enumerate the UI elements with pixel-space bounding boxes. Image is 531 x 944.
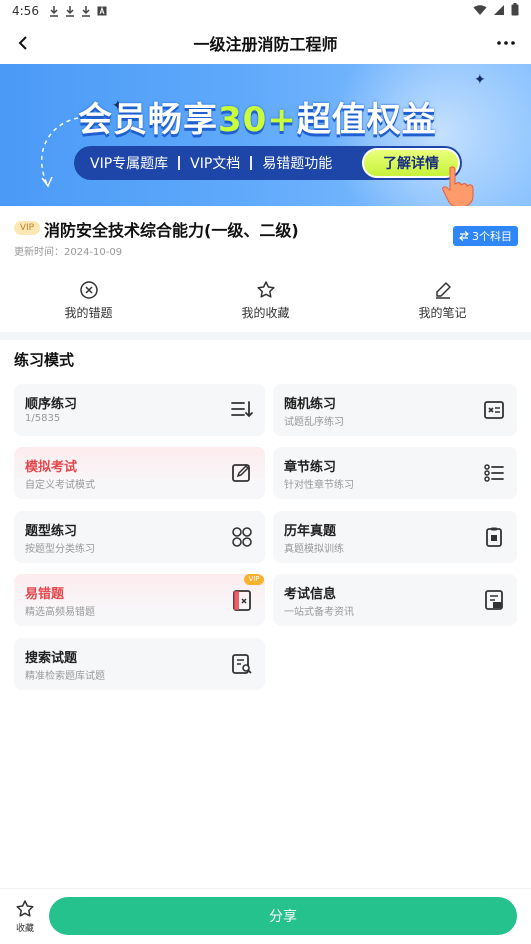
card-subtitle: 按题型分类练习 [25, 544, 95, 555]
my-notes-button[interactable]: 我的笔记 [354, 270, 531, 330]
signal-icon [493, 4, 505, 19]
banner-title-part2: 超值权益 [296, 100, 437, 140]
nav-bar: 一级注册消防工程师 [0, 22, 531, 64]
search-doc-icon [229, 651, 255, 677]
page: 4:56 一级注册消防工程师 ✦ ✦ 会员畅享30+超值权益 VIP专属题库 V… [0, 0, 531, 944]
card-title: 易错题 [25, 587, 65, 602]
my-wrong-answers-button[interactable]: 我的错题 [0, 270, 177, 330]
chapter-list-icon [481, 460, 507, 486]
card-title: 顺序练习 [25, 397, 78, 412]
pencil-icon [435, 281, 451, 299]
more-button[interactable] [491, 28, 521, 58]
exam-info-icon [481, 587, 507, 613]
banner-feature: VIP文档 [190, 156, 241, 172]
vip-tag: VIP [14, 221, 40, 235]
sparkle-icon: ✦ [474, 72, 486, 88]
card-subtitle: 试题乱序练习 [284, 417, 344, 428]
pointing-hand-icon [442, 166, 474, 206]
star-icon [16, 900, 34, 917]
card-subtitle: 1/5835 [25, 413, 61, 424]
switch-subject-button[interactable]: 3个科目 [453, 226, 518, 246]
my-favorites-button[interactable]: 我的收藏 [177, 270, 354, 330]
star-icon [256, 280, 275, 298]
download-icon [65, 5, 75, 17]
error-book-icon [229, 587, 255, 613]
download-icon [81, 5, 91, 17]
chapter-practice-card[interactable]: 章节练习 针对性章节练习 [273, 447, 517, 499]
course-title: 消防安全技术综合能力(一级、二级) [44, 221, 299, 240]
error-prone-card[interactable]: 易错题 精选高频易错题 VIP [14, 574, 265, 626]
section-title: 练习模式 [14, 351, 75, 369]
quick-label: 我的错题 [64, 305, 113, 320]
banner-title-part1: 会员畅享 [78, 100, 218, 140]
wrong-answers-icon [79, 280, 98, 299]
question-type-practice-card[interactable]: 题型练习 按题型分类练习 [14, 511, 265, 563]
card-subtitle: 真题模拟训练 [284, 544, 344, 555]
status-bar: 4:56 [0, 0, 531, 22]
sequence-list-icon [229, 397, 255, 423]
search-questions-card[interactable]: 搜索试题 精准检索题库试题 [14, 638, 265, 690]
download-icon [49, 5, 59, 17]
quick-label: 我的收藏 [241, 305, 290, 320]
exam-edit-icon [229, 460, 255, 486]
card-title: 搜索试题 [25, 651, 78, 666]
card-subtitle: 针对性章节练习 [284, 480, 354, 491]
favorite-button[interactable]: 收藏 [10, 899, 40, 934]
card-title: 题型练习 [25, 524, 78, 539]
grid-icon [229, 524, 255, 550]
card-subtitle: 一站式备考资讯 [284, 607, 354, 618]
course-updated-date: 更新时间：2024-10-09 [14, 247, 123, 258]
banner-title: 会员畅享30+超值权益 [78, 92, 437, 141]
clipboard-icon [481, 524, 507, 550]
quick-actions: 我的错题 我的收藏 我的笔记 [0, 270, 531, 330]
card-title: 考试信息 [284, 587, 337, 602]
bottom-bar: 收藏 分享 [0, 888, 531, 944]
battery-icon [511, 3, 519, 19]
separator [250, 156, 253, 170]
status-time: 4:56 [12, 4, 39, 18]
wifi-icon [473, 4, 487, 19]
section-divider [0, 332, 531, 340]
mock-exam-card[interactable]: 模拟考试 自定义考试模式 [14, 447, 265, 499]
banner-feature: 易错题功能 [262, 156, 333, 172]
banner-title-accent: 30+ [218, 100, 297, 140]
exam-info-card[interactable]: 考试信息 一站式备考资讯 [273, 574, 517, 626]
swap-icon [459, 231, 469, 241]
vip-badge: VIP [244, 574, 264, 585]
quick-label: 我的笔记 [418, 305, 467, 320]
back-button[interactable] [8, 28, 38, 58]
favorite-label: 收藏 [15, 924, 34, 934]
more-dots-icon [497, 41, 515, 45]
vip-banner[interactable]: ✦ ✦ 会员畅享30+超值权益 VIP专属题库 VIP文档 易错题功能 了解详情 [0, 64, 531, 206]
sequence-practice-card[interactable]: 顺序练习 1/5835 [14, 384, 265, 436]
separator [178, 156, 181, 170]
card-subtitle: 精准检索题库试题 [25, 671, 105, 682]
course-info: VIP 消防安全技术综合能力(一级、二级) 更新时间：2024-10-09 3个… [0, 206, 531, 264]
random-practice-card[interactable]: 随机练习 试题乱序练习 [273, 384, 517, 436]
shuffle-icon [481, 397, 507, 423]
card-title: 历年真题 [284, 524, 337, 539]
card-subtitle: 精选高频易错题 [25, 607, 95, 618]
subject-badge-label: 3个科目 [472, 230, 512, 243]
app-notification-icon [97, 5, 107, 17]
card-subtitle: 自定义考试模式 [25, 480, 95, 491]
chevron-left-icon [18, 36, 27, 50]
card-title: 随机练习 [284, 397, 337, 412]
page-title: 一级注册消防工程师 [193, 35, 338, 54]
past-exams-card[interactable]: 历年真题 真题模拟训练 [273, 511, 517, 563]
share-button[interactable]: 分享 [49, 897, 517, 935]
card-title: 章节练习 [284, 460, 337, 475]
card-title: 模拟考试 [25, 460, 78, 475]
banner-feature: VIP专属题库 [90, 156, 169, 172]
